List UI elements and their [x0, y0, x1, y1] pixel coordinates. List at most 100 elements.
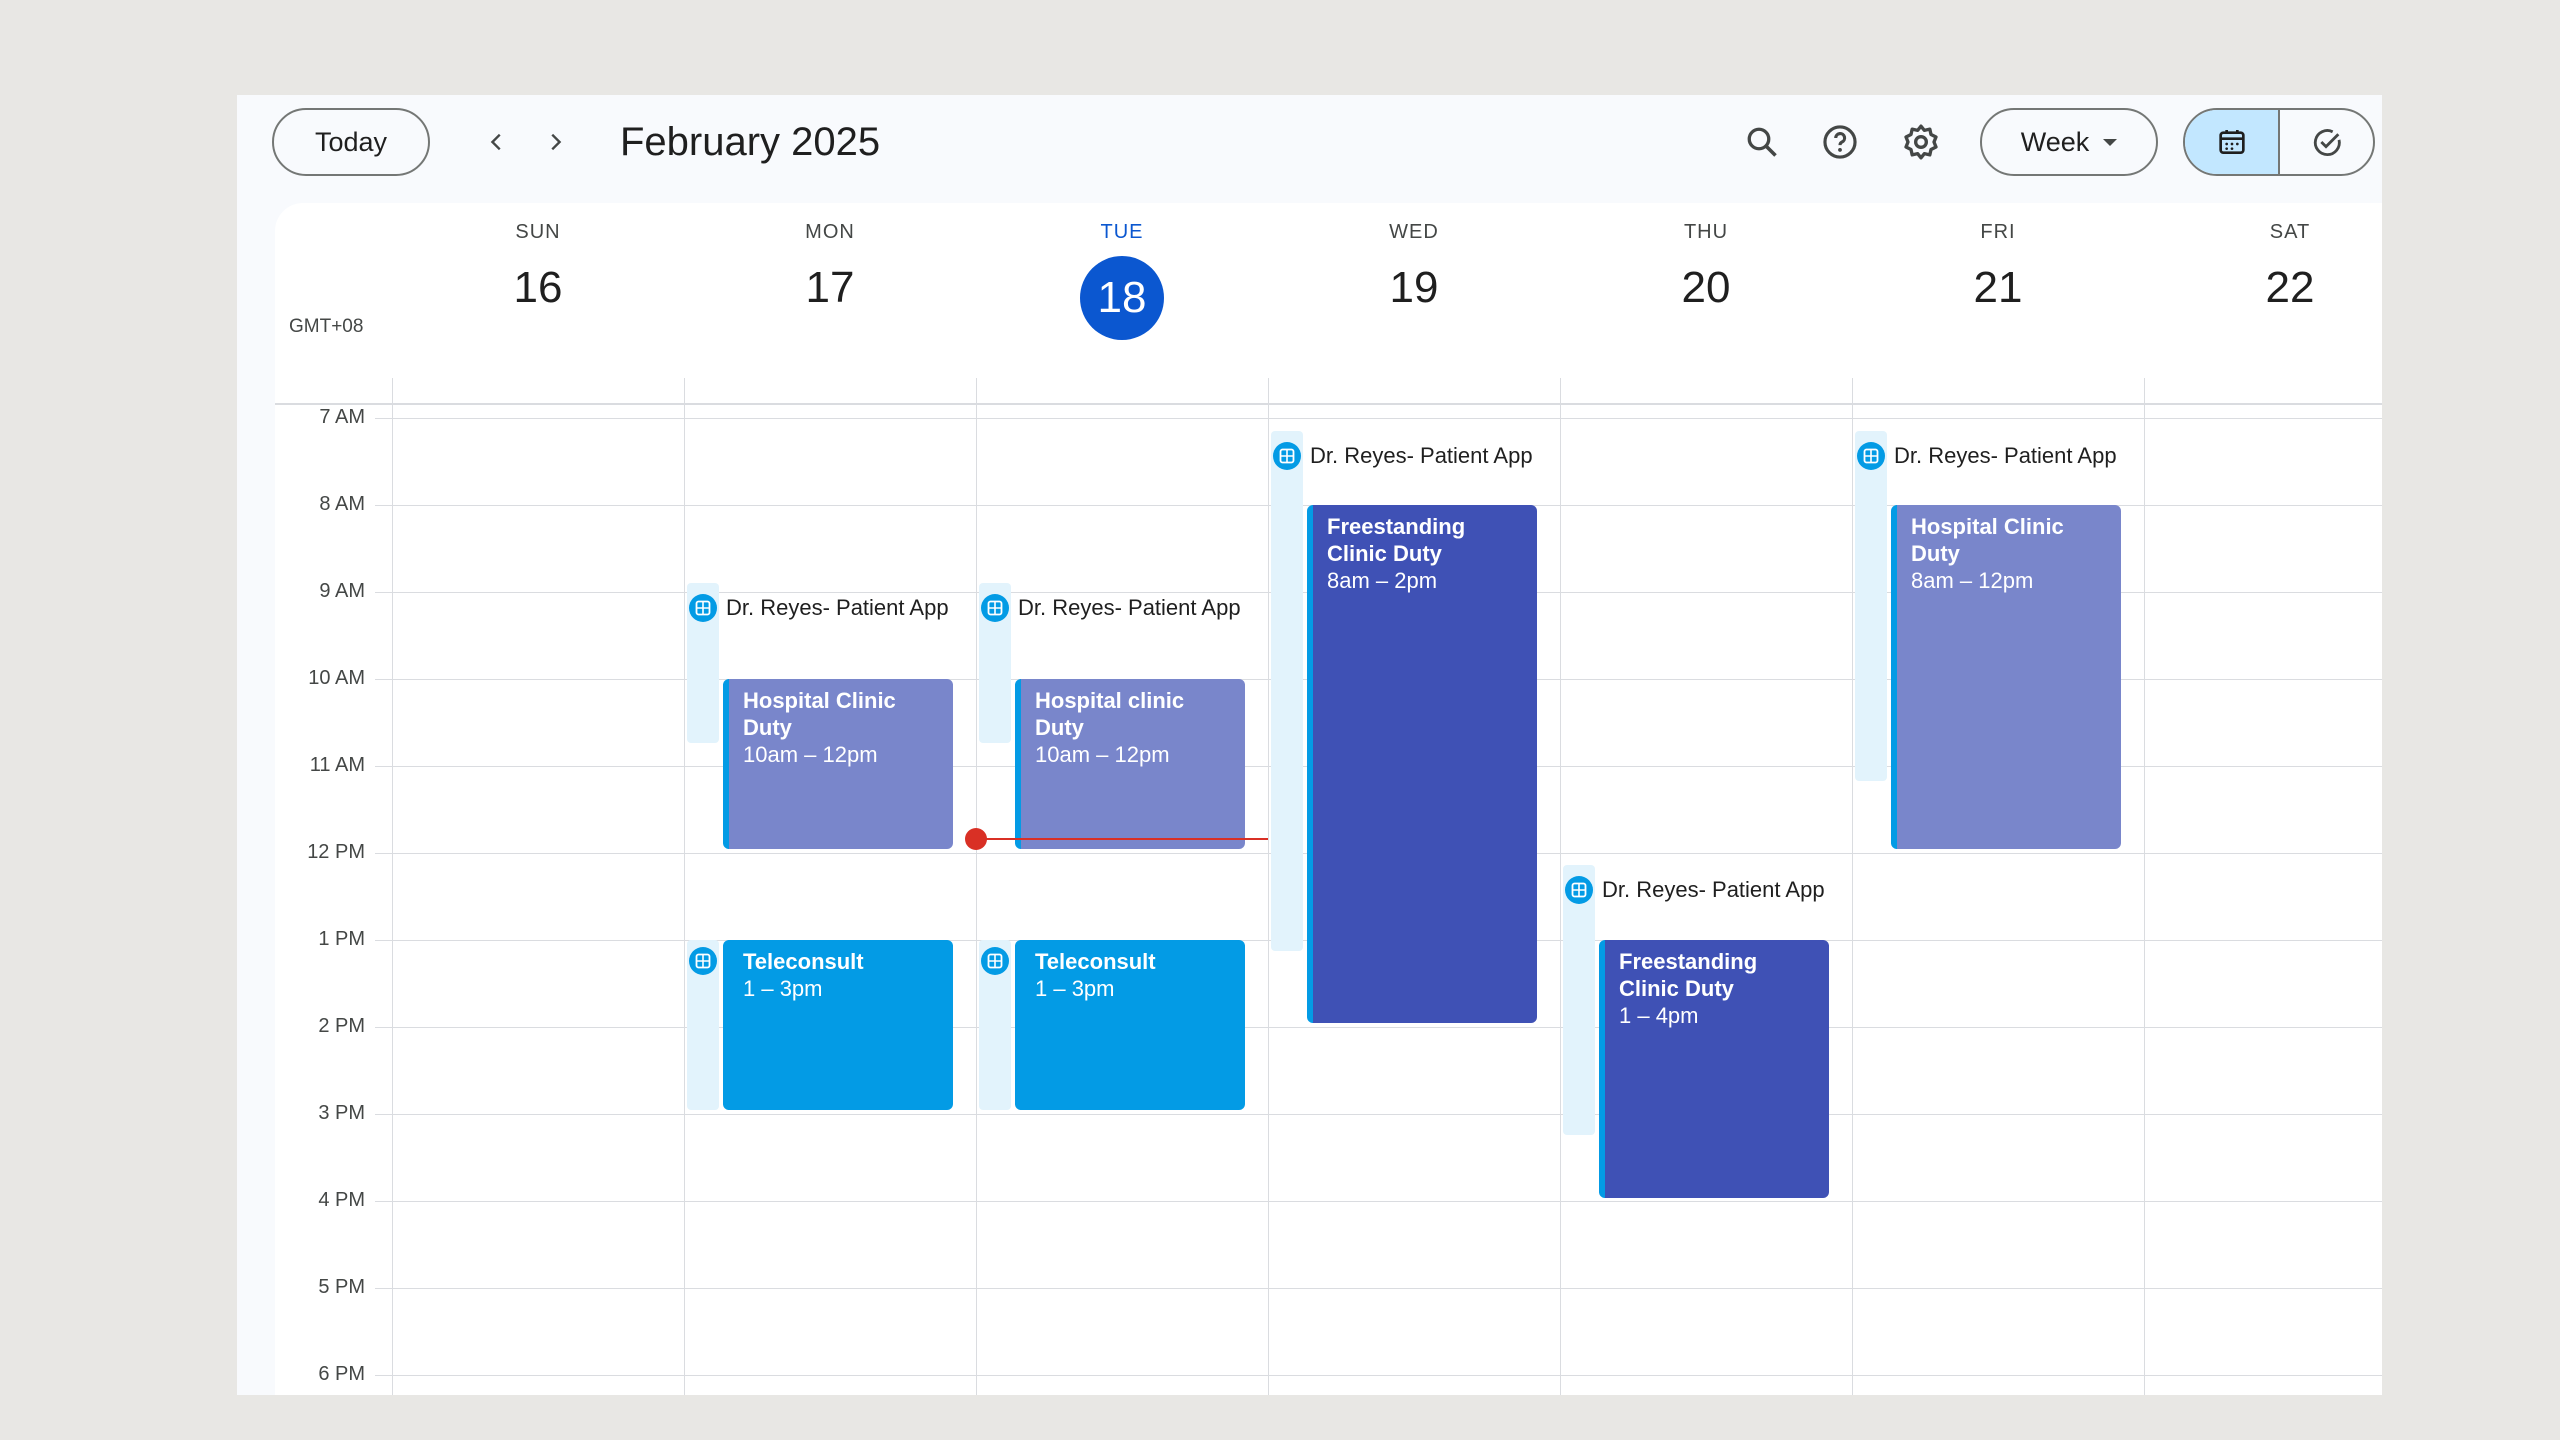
previous-week-button[interactable]	[472, 117, 522, 167]
help-icon	[1823, 125, 1857, 159]
event-hospital-clinic-duty[interactable]: Hospital Clinic Duty 10am – 12pm	[723, 679, 953, 849]
appointment-schedule-label[interactable]: Dr. Reyes- Patient Appointments	[1602, 876, 1824, 904]
hour-label: 3 PM	[318, 1102, 365, 1124]
appointment-schedule-icon	[981, 594, 1009, 622]
day-name: MON	[805, 221, 855, 243]
current-time-dot	[965, 828, 987, 850]
calendar-app: Today February 2025 Week GMT+08 SUN 16 M…	[237, 95, 2382, 1395]
header-divider	[275, 403, 2382, 405]
event-title: Hospital clinic Duty	[1035, 688, 1185, 740]
event-title: Hospital Clinic Duty	[743, 688, 896, 740]
event-time: 1 – 3pm	[1035, 976, 1115, 1001]
appointment-schedule-label[interactable]: Dr. Reyes- Patient Appointments	[1018, 594, 1240, 622]
today-button[interactable]: Today	[272, 108, 430, 176]
appointment-schedule-block[interactable]	[1855, 431, 1887, 781]
day-name: SAT	[2269, 221, 2311, 243]
event-time: 10am – 12pm	[743, 742, 878, 767]
appointment-schedule-icon	[981, 947, 1009, 975]
hour-label: 9 AM	[319, 580, 365, 602]
day-name: THU	[1683, 221, 1729, 243]
column-divider	[1560, 378, 1561, 1395]
timezone-label: GMT+08	[289, 316, 364, 337]
calendar-icon	[2218, 130, 2245, 154]
appointment-schedule-label[interactable]: Dr. Reyes- Patient Appointments	[1894, 442, 2116, 470]
calendar-tasks-toggle	[2183, 108, 2375, 176]
appointment-schedule-label[interactable]: Dr. Reyes- Patient Appointments	[726, 594, 948, 622]
event-teleconsult[interactable]: Teleconsult 1 – 3pm	[1015, 940, 1245, 1110]
day-number: 17	[805, 263, 855, 312]
day-number: 19	[1389, 263, 1439, 312]
week-grid: GMT+08 SUN 16 MON 17 TUE 18 WED 19 THU 2…	[275, 203, 2382, 1395]
hour-gridline	[375, 1027, 2382, 1028]
event-time: 1 – 4pm	[1619, 1003, 1699, 1028]
hour-label: 7 AM	[319, 406, 365, 428]
event-time: 1 – 3pm	[743, 976, 823, 1001]
hour-label: 5 PM	[318, 1276, 365, 1298]
appointment-schedule-icon	[1273, 442, 1301, 470]
hour-gridline	[375, 418, 2382, 419]
event-time: 8am – 12pm	[1911, 568, 2034, 593]
event-teleconsult[interactable]: Teleconsult 1 – 3pm	[723, 940, 953, 1110]
day-name: FRI	[1980, 221, 2016, 243]
appointment-schedule-icon	[689, 947, 717, 975]
hour-label: 4 PM	[318, 1189, 365, 1211]
column-divider	[684, 378, 685, 1395]
day-name: WED	[1389, 221, 1439, 243]
hour-gridline	[375, 1375, 2382, 1376]
appointment-schedule-icon	[1565, 876, 1593, 904]
settings-button[interactable]	[1896, 117, 1946, 167]
event-title: Freestanding Clinic Duty	[1619, 949, 1758, 1001]
chevron-right-icon	[551, 133, 562, 151]
today-date-badge[interactable]: 18	[1080, 256, 1164, 340]
current-time-line	[976, 838, 1268, 840]
chevron-left-icon	[490, 133, 501, 151]
column-divider	[976, 378, 977, 1395]
appointment-schedule-label[interactable]: Dr. Reyes- Patient Appointments	[1310, 442, 1532, 470]
hour-label: 6 PM	[318, 1363, 365, 1385]
column-divider	[1852, 378, 1853, 1395]
hour-gridline	[375, 1114, 2382, 1115]
appointment-schedule-block[interactable]	[1563, 865, 1595, 1135]
view-selector[interactable]: Week	[1980, 108, 2158, 176]
view-label: Week	[2020, 126, 2090, 157]
column-divider	[2144, 378, 2145, 1395]
search-button[interactable]	[1737, 117, 1787, 167]
event-time: 8am – 2pm	[1327, 568, 1438, 593]
column-divider	[392, 378, 393, 1395]
search-icon	[1747, 127, 1777, 157]
event-title: Freestanding Clinic Duty	[1327, 514, 1466, 566]
tasks-view-button[interactable]	[2280, 110, 2373, 174]
day-name: TUE	[1100, 221, 1144, 243]
event-title: Teleconsult	[1035, 949, 1156, 974]
help-button[interactable]	[1815, 117, 1865, 167]
hour-label: 10 AM	[308, 667, 365, 689]
appointment-schedule-icon	[689, 594, 717, 622]
column-divider	[1268, 378, 1269, 1395]
day-number: 22	[2265, 263, 2315, 312]
settings-icon	[1904, 124, 1938, 160]
hour-label: 1 PM	[318, 928, 365, 950]
event-hospital-clinic-duty[interactable]: Hospital Clinic Duty 8am – 12pm	[1891, 505, 2121, 849]
tasks-check-icon	[2313, 129, 2341, 157]
next-week-button[interactable]	[530, 117, 580, 167]
dropdown-arrow-icon	[2103, 138, 2118, 146]
event-title: Hospital Clinic Duty	[1911, 514, 2064, 566]
hour-gridline	[375, 1288, 2382, 1289]
event-title: Teleconsult	[743, 949, 864, 974]
event-hospital-clinic-duty[interactable]: Hospital clinic Duty 10am – 12pm	[1015, 679, 1245, 849]
event-freestanding-clinic-duty[interactable]: Freestanding Clinic Duty 8am – 2pm	[1307, 505, 1537, 1023]
month-title: February 2025	[620, 120, 881, 164]
appointment-schedule-icon	[1857, 442, 1885, 470]
event-freestanding-clinic-duty[interactable]: Freestanding Clinic Duty 1 – 4pm	[1599, 940, 1829, 1198]
calendar-view-button[interactable]	[2185, 110, 2280, 174]
hour-label: 11 AM	[309, 754, 365, 776]
day-number: 21	[1973, 263, 2023, 312]
day-number: 20	[1681, 263, 1731, 312]
hour-gridline	[375, 1201, 2382, 1202]
appointment-schedule-block[interactable]	[1271, 431, 1303, 951]
hour-label: 12 PM	[307, 841, 365, 863]
event-time: 10am – 12pm	[1035, 742, 1170, 767]
hour-label: 8 AM	[319, 493, 365, 515]
day-number: 16	[513, 263, 563, 312]
hour-label: 2 PM	[318, 1015, 365, 1037]
